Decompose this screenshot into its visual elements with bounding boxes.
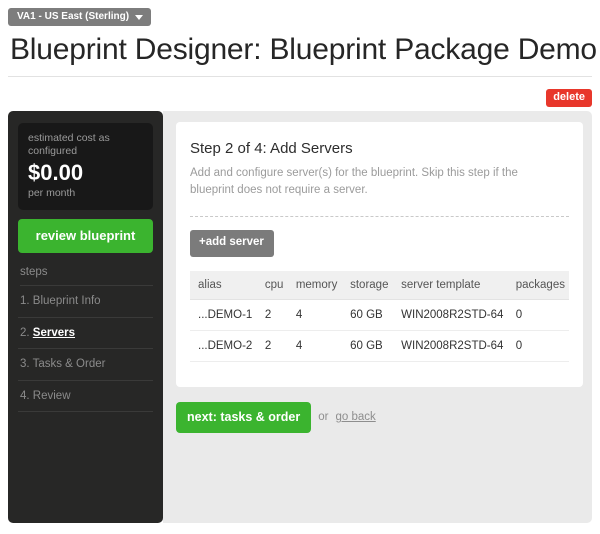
servers-table-head: alias cpu memory storage server template… xyxy=(190,270,569,300)
region-selector[interactable]: VA1 - US East (Sterling) xyxy=(8,8,152,26)
cell-memory: 4 xyxy=(287,299,343,331)
table-row[interactable]: ...DEMO-2 2 4 60 GB WIN2008R2STD-64 0 xyxy=(190,330,569,362)
column-header-memory: memory xyxy=(287,270,343,300)
sidebar-step-review[interactable]: 4. Review xyxy=(18,381,153,412)
region-selector-label: VA1 - US East (Sterling) xyxy=(17,11,130,22)
step-label: Blueprint Info xyxy=(32,295,101,308)
cell-server-template: WIN2008R2STD-64 xyxy=(393,330,508,362)
body-wrap: estimated cost as configured $0.00 per m… xyxy=(8,110,592,523)
cell-server-template: WIN2008R2STD-64 xyxy=(393,299,508,331)
delete-button[interactable]: delete xyxy=(546,88,592,107)
servers-table: alias cpu memory storage server template… xyxy=(190,270,569,362)
step-label: Review xyxy=(32,389,71,402)
step-number: 4. xyxy=(20,389,30,402)
servers-table-body: ...DEMO-1 2 4 60 GB WIN2008R2STD-64 0 ..… xyxy=(190,299,569,362)
step-number: 3. xyxy=(20,358,30,371)
dashed-divider xyxy=(190,216,569,218)
column-header-cpu: cpu xyxy=(256,270,288,300)
step-card: Step 2 of 4: Add Servers Add and configu… xyxy=(176,121,583,387)
topbar: VA1 - US East (Sterling) xyxy=(0,0,600,26)
page-title: Blueprint Designer: Blueprint Package De… xyxy=(10,33,597,66)
estimated-cost-amount: $0.00 xyxy=(28,159,84,185)
estimated-cost-period: per month xyxy=(28,186,76,199)
step-label: Tasks & Order xyxy=(32,358,106,371)
estimated-cost-label: estimated cost as configured xyxy=(28,131,110,158)
review-blueprint-button[interactable]: review blueprint xyxy=(18,219,153,254)
estimated-cost-panel: estimated cost as configured $0.00 per m… xyxy=(18,122,153,211)
cell-alias: ...DEMO-1 xyxy=(190,299,257,331)
table-row[interactable]: ...DEMO-1 2 4 60 GB WIN2008R2STD-64 0 xyxy=(190,299,569,331)
next-step-button[interactable]: next: tasks & order xyxy=(176,401,312,434)
table-header-row: alias cpu memory storage server template… xyxy=(190,270,569,300)
step-number: 2. xyxy=(20,326,30,339)
content-area: Step 2 of 4: Add Servers Add and configu… xyxy=(163,110,592,523)
sidebar-step-blueprint-info[interactable]: 1. Blueprint Info xyxy=(18,286,153,318)
cell-packages: 0 xyxy=(507,330,569,362)
column-header-server-template: server template xyxy=(393,270,508,300)
cell-cpu: 2 xyxy=(256,330,288,362)
cell-memory: 4 xyxy=(287,330,343,362)
column-header-storage: storage xyxy=(342,270,394,300)
column-header-packages: packages xyxy=(507,270,569,300)
step-card-description: Add and configure server(s) for the blue… xyxy=(190,166,518,197)
step-label: Servers xyxy=(32,326,76,339)
go-back-link[interactable]: go back xyxy=(335,411,375,423)
column-header-alias: alias xyxy=(190,270,257,300)
cell-storage: 60 GB xyxy=(342,299,394,331)
app-page: VA1 - US East (Sterling) Blueprint Desig… xyxy=(0,0,600,534)
sidebar: estimated cost as configured $0.00 per m… xyxy=(8,110,163,523)
cell-packages: 0 xyxy=(507,299,569,331)
page-title-wrap: Blueprint Designer: Blueprint Package De… xyxy=(0,26,600,67)
step-actions: next: tasks & order or go back xyxy=(176,401,583,434)
sidebar-step-tasks-order[interactable]: 3. Tasks & Order xyxy=(18,349,153,381)
delete-row: delete xyxy=(0,77,600,111)
add-server-button[interactable]: +add server xyxy=(190,230,274,257)
steps-label: steps xyxy=(20,266,153,287)
step-card-title: Step 2 of 4: Add Servers xyxy=(190,139,353,157)
or-label: or xyxy=(318,411,329,424)
sidebar-step-servers[interactable]: 2. Servers xyxy=(18,318,153,350)
chevron-down-icon xyxy=(135,14,144,20)
cell-alias: ...DEMO-2 xyxy=(190,330,257,362)
cell-cpu: 2 xyxy=(256,299,288,331)
step-number: 1. xyxy=(20,295,30,308)
cell-storage: 60 GB xyxy=(342,330,394,362)
